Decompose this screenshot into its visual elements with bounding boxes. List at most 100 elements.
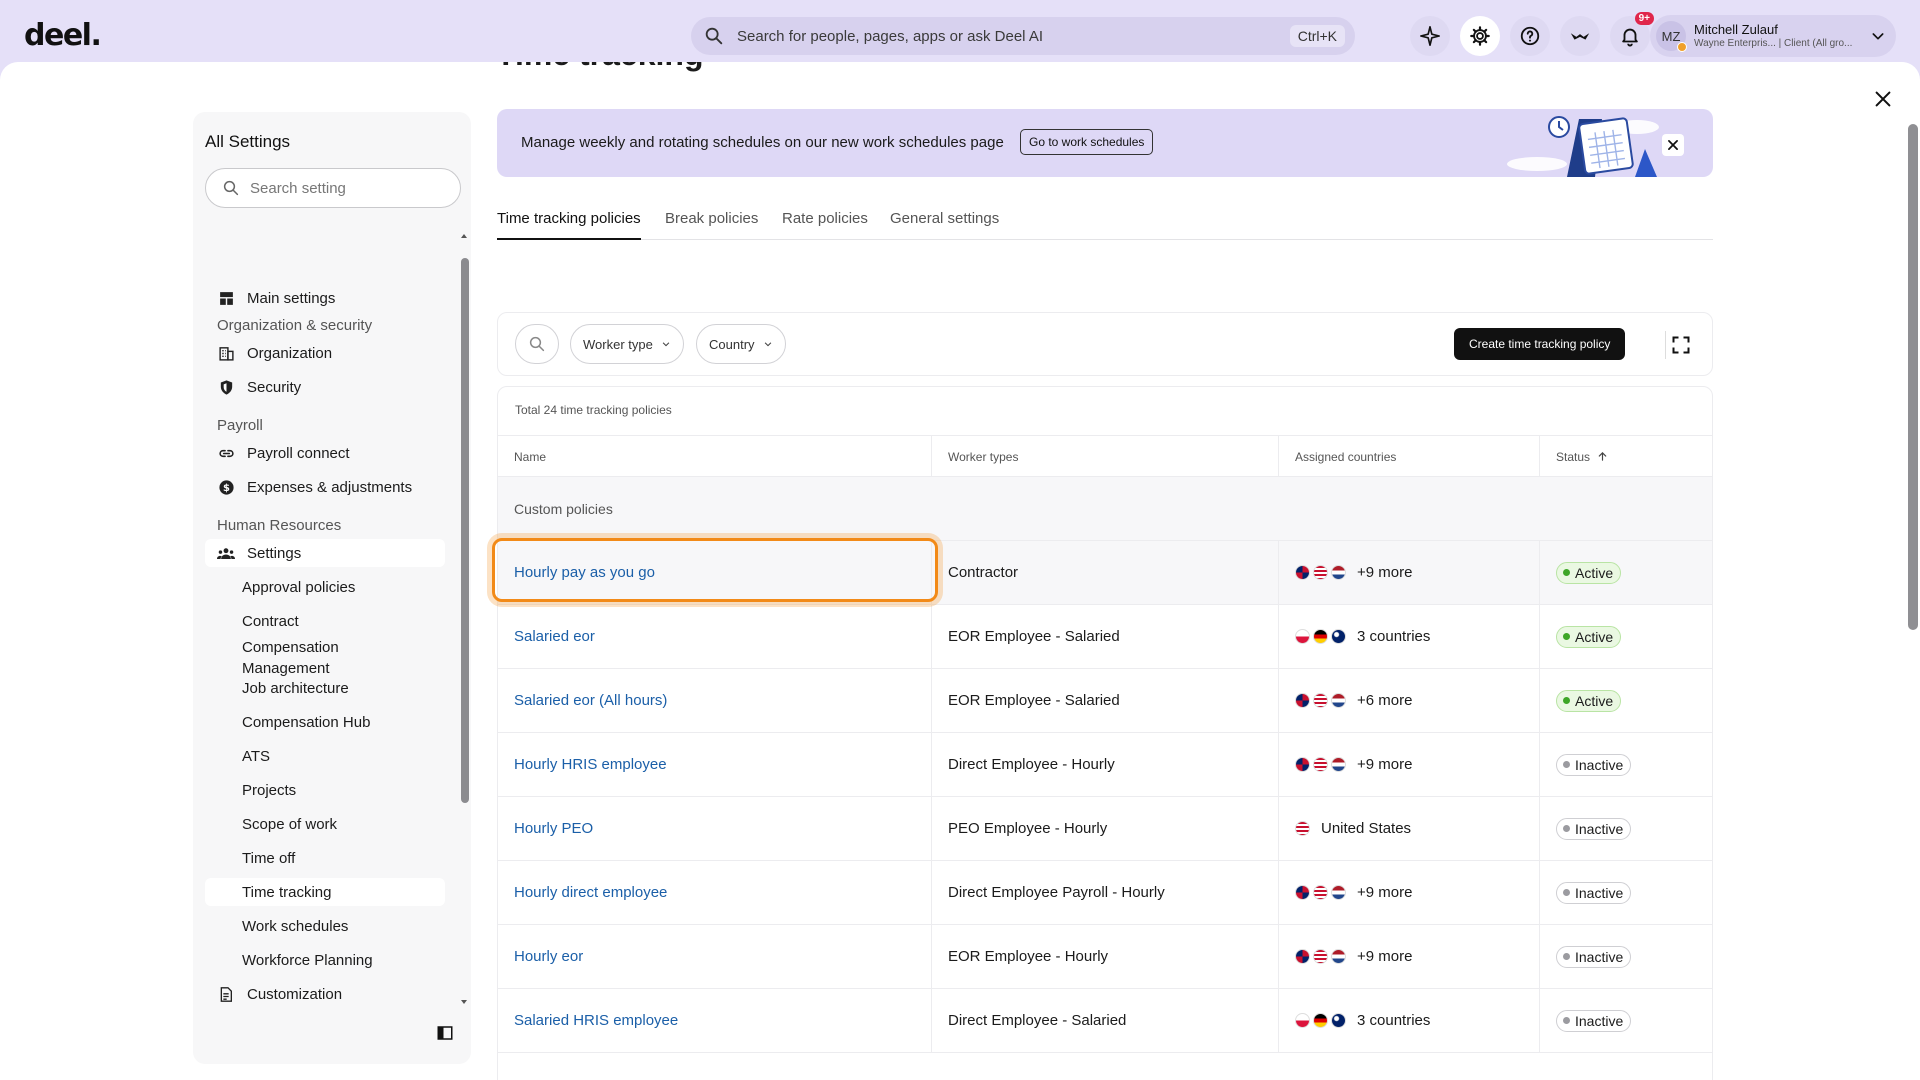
tab-break-policies[interactable]: Break policies [665,210,758,240]
countries-text: 3 countries [1357,628,1431,645]
tab-general-settings[interactable]: General settings [890,210,999,240]
column-name[interactable]: Name [498,436,932,477]
flag-nl-icon [1331,565,1346,580]
policy-name-link[interactable]: Hourly PEO [498,797,932,860]
help-button[interactable] [1510,16,1550,56]
flags [1295,1013,1349,1028]
flag-us-icon [1295,821,1310,836]
sidebar-scroll-thumb[interactable] [461,258,469,803]
column-assigned-countries[interactable]: Assigned countries [1279,436,1540,477]
sidebar-item-payroll-connect[interactable]: Payroll connect [205,439,445,467]
tab-time-tracking-policies[interactable]: Time tracking policies [497,210,641,240]
banner-close-button[interactable] [1662,134,1684,156]
collapse-sidebar-icon[interactable] [436,1024,454,1042]
sidebar-item-label: ATS [242,747,271,765]
sidebar-item-projects[interactable]: Projects [205,776,445,804]
policy-name: Salaried eor (All hours) [514,692,668,709]
close-icon[interactable] [1872,88,1894,110]
table-row[interactable]: Hourly PEO PEO Employee - Hourly United St… [498,797,1712,861]
sidebar-item-expenses[interactable]: $ Expenses & adjustments [205,473,445,501]
status-cell: Inactive [1540,733,1712,796]
column-worker-types[interactable]: Worker types [932,436,1279,477]
policy-name-link[interactable]: Hourly pay as you go [498,541,932,604]
whats-new-button[interactable] [1560,16,1600,56]
flag-de-icon [1313,629,1328,644]
sidebar-item-job-architecture[interactable]: Job architecture [205,674,445,702]
flag-pl-icon [1295,1013,1310,1028]
worker-type-cell: EOR Employee - Salaried [932,605,1279,668]
table-search-button[interactable] [515,324,559,364]
deel-logo[interactable]: deel. [24,18,102,53]
settings-sidebar: All Settings Search setting Main setting… [193,112,471,1064]
group-label: Custom policies [514,501,613,517]
fullscreen-icon[interactable] [1671,335,1691,355]
table-row[interactable]: Salaried eor EOR Employee - Salaried 3 cou… [498,605,1712,669]
flag-gb-icon [1295,949,1310,964]
countries-text: +9 more [1357,756,1413,773]
worker-type: Direct Employee - Hourly [948,756,1115,773]
countries-text: 3 countries [1357,1012,1431,1029]
people-icon [217,547,235,559]
sidebar-item-scope-of-work[interactable]: Scope of work [205,810,445,838]
worker-type-filter[interactable]: Worker type [570,324,684,364]
settings-button[interactable] [1460,16,1500,56]
countries-text: +9 more [1357,884,1413,901]
policy-name-link[interactable]: Hourly HRIS employee [498,733,932,796]
table-row[interactable]: Hourly eor EOR Employee - Hourly +9 more In… [498,925,1712,989]
sidebar-item-time-tracking[interactable]: Time tracking [205,878,445,906]
policy-name-link[interactable]: Hourly direct employee [498,861,932,924]
sidebar-item-organization[interactable]: Organization [205,339,445,367]
ai-sparkle-button[interactable] [1410,16,1450,56]
policy-name: Hourly HRIS employee [514,756,667,773]
policy-name-link[interactable]: Salaried eor [498,605,932,668]
worker-type-cell: Direct Employee - Hourly [932,733,1279,796]
sidebar-item-approval-policies[interactable]: Approval policies [205,573,445,601]
sidebar-item-customization[interactable]: Customization [205,980,445,1008]
flag-us-icon [1313,693,1328,708]
sidebar-item-time-off[interactable]: Time off [205,844,445,872]
table-row[interactable]: Salaried eor (All hours) EOR Employee - S… [498,669,1712,733]
sidebar-item-settings[interactable]: Settings [205,539,445,567]
policy-name-link[interactable]: Salaried HRIS employee [498,989,932,1052]
sidebar-item-workforce-planning[interactable]: Workforce Planning [205,946,445,974]
notifications-button[interactable]: 9+ [1610,12,1654,56]
go-to-work-schedules-button[interactable]: Go to work schedules [1020,129,1154,155]
status-text: Inactive [1575,756,1624,773]
bird-icon [1570,33,1590,40]
policy-name: Salaried HRIS employee [514,1012,679,1029]
policy-name-link[interactable]: Hourly eor [498,925,932,988]
tab-rate-policies[interactable]: Rate policies [782,210,868,240]
create-time-tracking-policy-button[interactable]: Create time tracking policy [1454,328,1626,360]
filter-label: Worker type [583,336,653,352]
country-filter[interactable]: Country [696,324,786,364]
sidebar-item-work-schedules[interactable]: Work schedules [205,912,445,940]
worker-type: Contractor [948,564,1019,581]
table-row[interactable]: Salaried HRIS employee Direct Employee - … [498,989,1712,1053]
sidebar-item-label: Payroll connect [247,444,350,462]
group-custom-policies: Custom policies [498,477,1712,541]
sidebar-item-compensation-hub[interactable]: Compensation Hub [205,708,445,736]
sidebar-item-contract[interactable]: Contract [205,607,445,635]
countries-text: United States [1321,820,1412,837]
column-status[interactable]: Status [1540,436,1712,477]
table-row[interactable]: Hourly HRIS employee Direct Employee - Ho… [498,733,1712,797]
user-menu[interactable]: MZ Mitchell Zulauf Wayne Enterpris... | … [1650,15,1896,57]
table-row[interactable]: Hourly pay as you go Contractor +9 more Act… [498,541,1712,605]
countries-text: +6 more [1357,692,1413,709]
global-search-input[interactable]: Search for people, pages, apps or ask De… [691,17,1355,55]
status-cell: Active [1540,541,1712,604]
flag-us-icon [1313,949,1328,964]
chevron-down-icon [764,342,771,347]
table-row[interactable]: Hourly direct employee Direct Employee Pa… [498,861,1712,925]
page-scrollbar[interactable] [1908,124,1918,630]
flags [1295,949,1349,964]
document-icon [220,986,232,1002]
sidebar-item-ats[interactable]: ATS [205,742,445,770]
flag-au-icon [1331,1013,1346,1028]
dollar-icon: $ [218,479,234,495]
sidebar-item-main-settings[interactable]: Main settings [205,284,445,312]
status-dot [1563,697,1570,704]
sidebar-item-security[interactable]: Security [205,373,445,401]
policy-name-link[interactable]: Salaried eor (All hours) [498,669,932,732]
setting-search-input[interactable]: Search setting [205,168,461,208]
